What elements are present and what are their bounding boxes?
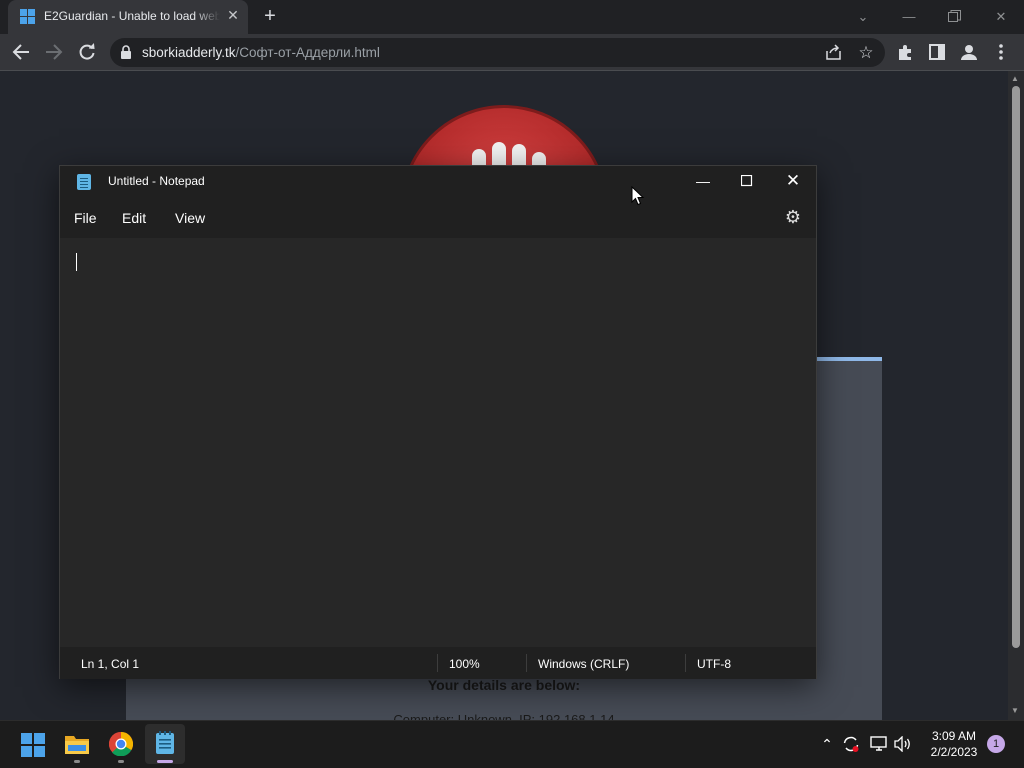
status-position: Ln 1, Col 1 [81,657,140,671]
url-path: /Софт-от-Аддерли.html [235,45,380,60]
app-running-indicator [118,760,124,763]
scroll-down-icon[interactable]: ▼ [1011,706,1019,715]
notepad-icon[interactable] [155,731,175,755]
back-icon[interactable] [12,44,30,60]
url-text[interactable]: sborkiadderly.tk/Софт-от-Аддерли.html [142,45,380,60]
forward-icon[interactable] [45,44,63,60]
tab-search-icon[interactable]: ⌄ [852,6,874,28]
lock-icon[interactable] [120,45,132,59]
tab-close-icon[interactable]: ✕ [226,8,240,22]
extensions-icon[interactable] [897,44,914,61]
window-restore-icon[interactable] [948,10,961,23]
menu-edit[interactable]: Edit [122,210,146,226]
windows-logo-icon [20,9,35,24]
status-encoding: UTF-8 [697,657,731,671]
notepad-minimize-icon[interactable]: — [680,166,726,198]
side-panel-icon[interactable] [929,44,945,60]
url-host: sborkiadderly.tk [142,45,236,60]
window-minimize-icon[interactable]: — [898,6,920,28]
app-active-indicator [157,760,173,763]
new-tab-button[interactable]: + [260,6,280,26]
network-icon[interactable] [870,736,888,752]
share-icon[interactable] [825,44,842,60]
menu-view[interactable]: View [175,210,205,226]
details-heading: Your details are below: [427,677,581,693]
status-zoom: 100% [449,657,480,671]
clock-date[interactable]: 2/2/2023 [922,745,986,759]
text-caret [76,253,77,271]
settings-gear-icon[interactable]: ⚙ [783,207,803,227]
show-hidden-icons-chevron-icon[interactable]: ⌃ [817,734,837,754]
notepad-maximize-icon[interactable] [741,175,753,187]
clock-time[interactable]: 3:09 AM [922,729,986,743]
file-explorer-icon[interactable] [64,733,90,755]
app-running-indicator [74,760,80,763]
sync-icon[interactable] [842,735,860,753]
scrollbar-thumb[interactable] [1012,86,1020,648]
mouse-cursor-icon [631,186,645,206]
notepad-text-area[interactable] [60,238,816,647]
window-close-icon[interactable]: ✕ [990,6,1012,28]
tab-title: E2Guardian - Unable to load web page [44,9,220,23]
status-line-endings: Windows (CRLF) [538,657,630,671]
notepad-window: Untitled - Notepad — ✕ File Edit View ⚙ … [59,165,817,679]
chrome-icon[interactable] [109,732,133,756]
menu-file[interactable]: File [74,210,97,226]
start-icon[interactable] [21,733,45,757]
menu-icon[interactable] [998,44,1004,60]
reload-icon[interactable] [78,43,96,61]
notepad-app-icon [77,174,91,190]
scroll-up-icon[interactable]: ▲ [1011,74,1019,83]
status-divider [437,654,438,672]
volume-icon[interactable] [894,736,912,752]
notepad-close-icon[interactable]: ✕ [770,166,816,198]
status-divider [526,654,527,672]
profile-icon[interactable] [960,43,978,61]
bookmark-star-icon[interactable]: ☆ [855,42,877,64]
status-divider [685,654,686,672]
notepad-menubar [60,198,816,238]
notification-badge[interactable]: 1 [987,735,1005,753]
notepad-title: Untitled - Notepad [108,174,205,188]
